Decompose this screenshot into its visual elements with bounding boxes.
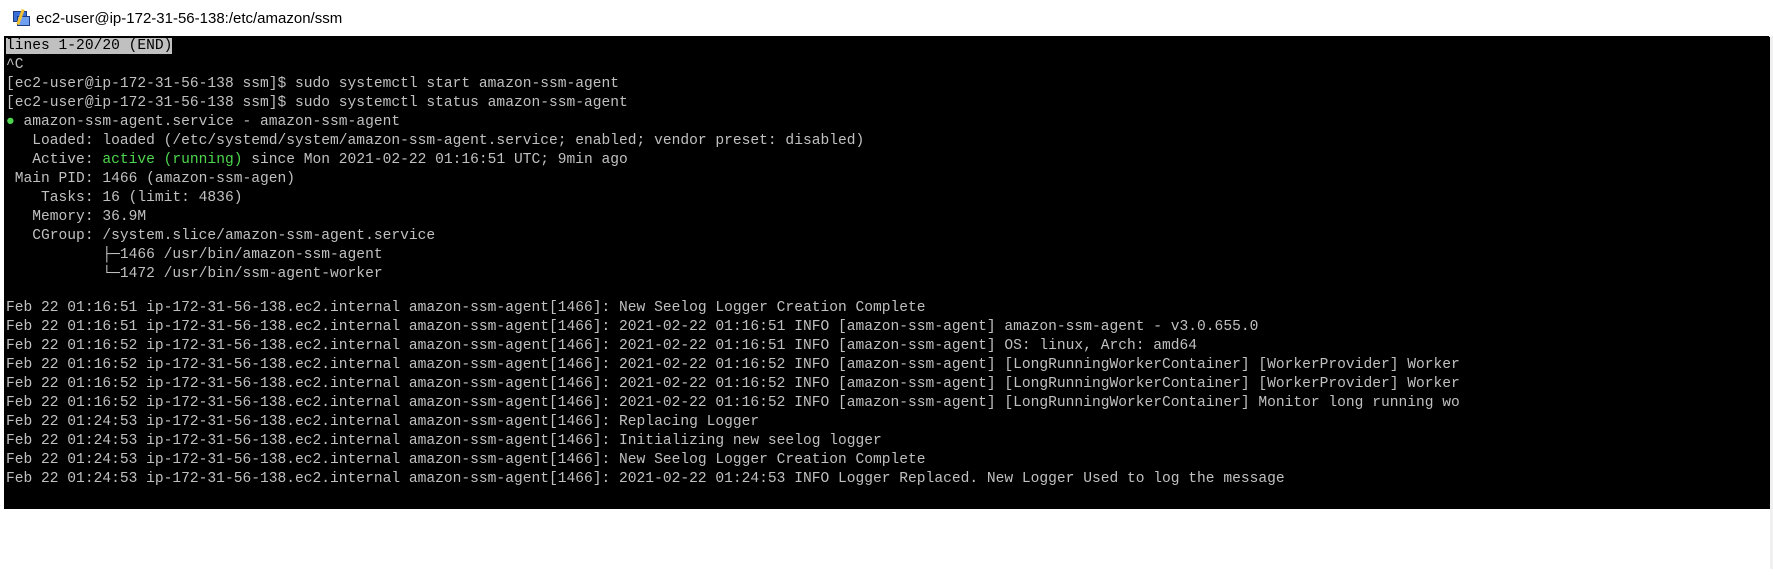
pager-status-line: lines 1-20/20 (END)	[6, 37, 173, 56]
log-line: Feb 22 01:16:51 ip-172-31-56-138.ec2.int…	[6, 300, 926, 316]
terminal-line: ^C	[6, 57, 24, 73]
terminal-line: [ec2-user@ip-172-31-56-138 ssm]$ sudo sy…	[6, 95, 628, 111]
service-header-line: ● amazon-ssm-agent.service - amazon-ssm-…	[6, 113, 400, 132]
service-tasks: Tasks: 16 (limit: 4836)	[6, 190, 243, 206]
log-line: Feb 22 01:16:52 ip-172-31-56-138.ec2.int…	[6, 395, 1460, 411]
service-loaded: Loaded: loaded (/etc/systemd/system/amaz…	[6, 133, 865, 149]
pager-status: lines 1-20/20 (END)	[6, 38, 173, 54]
service-active-rest: since Mon 2021-02-22 01:16:51 UTC; 9min …	[242, 152, 628, 168]
service-active-line: Active: active (running) since Mon 2021-…	[6, 151, 628, 170]
log-line: Feb 22 01:16:51 ip-172-31-56-138.ec2.int…	[6, 319, 1259, 335]
log-line: Feb 22 01:24:53 ip-172-31-56-138.ec2.int…	[6, 471, 1285, 487]
service-cgroup-child: ├─1466 /usr/bin/amazon-ssm-agent	[6, 247, 383, 263]
service-header: amazon-ssm-agent.service - amazon-ssm-ag…	[14, 114, 401, 130]
terminal-line: [ec2-user@ip-172-31-56-138 ssm]$ sudo sy…	[6, 76, 620, 92]
window-bottom-area	[4, 509, 1770, 576]
log-line: Feb 22 01:24:53 ip-172-31-56-138.ec2.int…	[6, 414, 760, 430]
service-main-pid: Main PID: 1466 (amazon-ssm-agen)	[6, 171, 296, 187]
service-active-label: Active:	[6, 152, 103, 168]
window-title: ec2-user@ip-172-31-56-138:/etc/amazon/ss…	[36, 9, 343, 27]
service-cgroup: CGroup: /system.slice/amazon-ssm-agent.s…	[6, 228, 436, 244]
log-line: Feb 22 01:24:53 ip-172-31-56-138.ec2.int…	[6, 452, 926, 468]
terminal-screen[interactable]: lines 1-20/20 (END) ^C [ec2-user@ip-172-…	[4, 37, 1770, 509]
putty-icon[interactable]	[12, 8, 30, 27]
log-line: Feb 22 01:16:52 ip-172-31-56-138.ec2.int…	[6, 357, 1460, 373]
log-line: Feb 22 01:16:52 ip-172-31-56-138.ec2.int…	[6, 338, 1198, 354]
window-titlebar[interactable]: ec2-user@ip-172-31-56-138:/etc/amazon/ss…	[0, 0, 1773, 36]
status-bullet-icon: ●	[6, 114, 15, 130]
log-line: Feb 22 01:16:52 ip-172-31-56-138.ec2.int…	[6, 376, 1460, 392]
service-active-state: active (running)	[102, 152, 243, 168]
log-line: Feb 22 01:24:53 ip-172-31-56-138.ec2.int…	[6, 433, 882, 449]
service-memory: Memory: 36.9M	[6, 209, 147, 225]
service-cgroup-child: └─1472 /usr/bin/ssm-agent-worker	[6, 266, 383, 282]
